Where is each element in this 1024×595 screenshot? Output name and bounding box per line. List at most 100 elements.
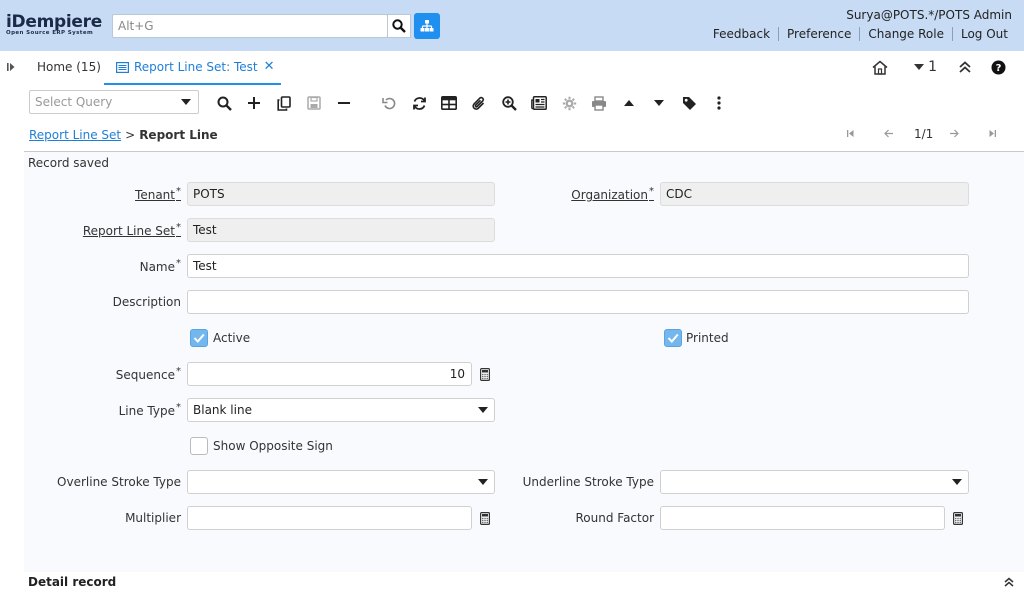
refresh-button[interactable]	[408, 92, 430, 114]
required-mark: *	[176, 402, 181, 413]
show-opposite-sign-checkbox[interactable]	[190, 437, 208, 455]
zoom-across-button[interactable]	[498, 92, 520, 114]
close-tab-icon[interactable]: ✕	[264, 51, 275, 83]
line-type-dropdown-button[interactable]	[472, 398, 494, 422]
required-mark: *	[176, 258, 181, 269]
window-count-dropdown[interactable]: 1	[914, 59, 937, 75]
next-record-nav-button[interactable]	[949, 128, 959, 141]
report-line-set-label[interactable]: Report Line Set*	[83, 222, 181, 238]
grid-toggle-button[interactable]	[438, 92, 460, 114]
idempiere-logo[interactable]: iDempiere Open Source ERP System	[6, 12, 110, 40]
overline-dropdown-button[interactable]	[472, 470, 494, 494]
caret-down-icon	[654, 100, 664, 106]
copy-record-button[interactable]	[273, 92, 295, 114]
undo-button[interactable]	[378, 92, 400, 114]
multiplier-field[interactable]	[187, 506, 472, 530]
next-record-button[interactable]	[648, 92, 670, 114]
user-role-label: Surya@POTS.*/POTS Admin	[846, 8, 1012, 22]
home-button[interactable]	[872, 60, 888, 75]
delete-record-button[interactable]	[333, 92, 355, 114]
detail-record-title: Detail record	[28, 575, 117, 589]
underline-dropdown-button[interactable]	[946, 470, 968, 494]
required-mark: *	[176, 222, 181, 233]
printed-label: Printed	[686, 331, 729, 345]
description-label: Description	[112, 295, 181, 309]
breadcrumb-parent-link[interactable]: Report Line Set	[29, 128, 121, 142]
zoom-in-icon	[501, 95, 517, 111]
app-header: iDempiere Open Source ERP System Surya@P…	[0, 0, 1024, 51]
logout-link[interactable]: Log Out	[951, 27, 1016, 41]
new-record-button[interactable]	[243, 92, 265, 114]
double-chevron-up-icon	[959, 61, 971, 73]
detail-record-panel: Detail record	[24, 572, 1024, 595]
preference-link[interactable]: Preference	[778, 27, 859, 41]
collapse-detail-button[interactable]	[1004, 576, 1014, 590]
calculator-icon	[953, 511, 963, 525]
expand-right-icon	[7, 63, 15, 71]
round-factor-field[interactable]	[660, 506, 945, 530]
report-button[interactable]	[528, 92, 550, 114]
save-button[interactable]	[303, 92, 325, 114]
menu-tree-button[interactable]	[414, 13, 440, 39]
printed-checkbox[interactable]	[664, 329, 682, 347]
process-button[interactable]	[558, 92, 580, 114]
organization-label[interactable]: Organization*	[571, 186, 654, 202]
global-search-input[interactable]	[112, 14, 388, 38]
tab-home[interactable]: Home (15)	[37, 51, 101, 85]
overline-stroke-type-select[interactable]	[187, 470, 495, 494]
printer-icon	[592, 95, 606, 111]
print-button[interactable]	[588, 92, 610, 114]
search-icon	[217, 96, 232, 111]
multiplier-calculator-button[interactable]	[478, 511, 492, 525]
tab-title: Report Line Set: Test	[134, 60, 258, 74]
underline-stroke-type-label: Underline Stroke Type	[522, 475, 654, 489]
last-record-button[interactable]	[988, 128, 997, 141]
record-form: Record saved Tenant* POTS Organization* …	[24, 152, 1024, 572]
round-factor-label: Round Factor	[575, 511, 654, 525]
name-field[interactable]: Test	[187, 254, 969, 278]
organization-label-text: Organization	[571, 188, 648, 202]
tenant-label[interactable]: Tenant*	[135, 186, 181, 202]
caret-up-icon	[624, 100, 634, 106]
underline-stroke-type-select[interactable]	[660, 470, 969, 494]
window-toolbar: Select Query	[24, 85, 1024, 120]
previous-record-button[interactable]	[618, 92, 640, 114]
report-line-set-field[interactable]: Test	[187, 218, 495, 242]
search-button[interactable]	[387, 14, 411, 38]
find-button[interactable]	[213, 92, 235, 114]
prev-record-nav-button[interactable]	[884, 128, 894, 141]
caret-down-icon	[952, 479, 962, 485]
copy-icon	[277, 95, 291, 111]
home-icon	[872, 60, 888, 75]
change-role-link[interactable]: Change Role	[859, 27, 952, 41]
round-factor-calculator-button[interactable]	[951, 511, 965, 525]
feedback-link[interactable]: Feedback	[705, 27, 778, 41]
query-dropdown-button[interactable]	[174, 90, 198, 114]
first-record-button[interactable]	[846, 128, 855, 141]
tab-report-line-set[interactable]: Report Line Set: Test ✕	[104, 51, 281, 85]
newspaper-icon	[531, 96, 547, 110]
description-field[interactable]	[187, 290, 969, 314]
collapse-toolbar-button[interactable]	[959, 61, 971, 73]
calculator-icon	[480, 367, 490, 381]
arrow-right-icon	[950, 129, 959, 138]
quick-info-button[interactable]	[678, 92, 700, 114]
active-label: Active	[213, 331, 251, 345]
search-icon	[392, 19, 406, 33]
left-panel-strip	[0, 51, 24, 595]
organization-field[interactable]: CDC	[660, 182, 969, 206]
sequence-calculator-button[interactable]	[478, 367, 492, 381]
tenant-field[interactable]: POTS	[187, 182, 495, 206]
sequence-field[interactable]: 10	[187, 362, 472, 386]
breadcrumb-separator: >	[125, 128, 136, 142]
caret-down-icon	[914, 64, 925, 70]
expand-panel-button[interactable]	[6, 61, 16, 75]
attachment-button[interactable]	[468, 92, 490, 114]
name-label: Name*	[140, 258, 181, 274]
double-chevron-up-icon	[1004, 577, 1014, 587]
report-line-set-label-text: Report Line Set	[82, 224, 175, 238]
more-options-button[interactable]	[708, 92, 730, 114]
line-type-select[interactable]: Blank line	[187, 398, 495, 422]
help-button[interactable]: ?	[991, 60, 1006, 75]
active-checkbox[interactable]	[190, 329, 208, 347]
